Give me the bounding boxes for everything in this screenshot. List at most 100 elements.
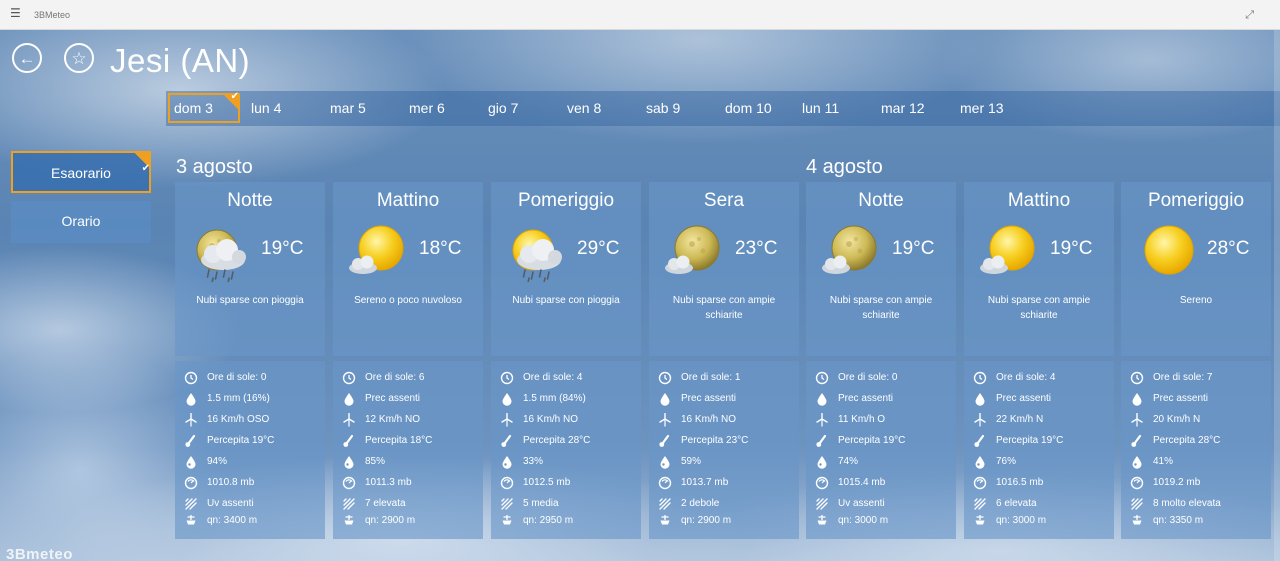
detail-value: 16 Km/h NO — [523, 414, 579, 425]
card-summary: Mattino 19°C Nubi sparse con ampie schia… — [964, 182, 1114, 356]
weather-description: Sereno o poco nuvoloso — [354, 295, 462, 306]
detail-value: 5 media — [523, 498, 559, 509]
checkmark-icon — [133, 149, 151, 189]
detail-value: Prec assenti — [996, 393, 1052, 404]
detail-row-humidity: 74% — [814, 451, 954, 472]
detail-value: 1015.4 mb — [838, 477, 886, 488]
temperature: 19°C — [892, 238, 935, 259]
day-tab[interactable]: gio 7 — [488, 93, 518, 123]
freezing-level-icon — [657, 513, 673, 527]
detail-row-uv: Uv assenti — [814, 493, 954, 514]
uv-rays-icon — [972, 497, 988, 511]
detail-row-pressure: 1019.2 mb — [1129, 472, 1269, 493]
day-tab[interactable]: mer 6 — [409, 93, 445, 123]
detail-value: 1019.2 mb — [1153, 477, 1201, 488]
clock-icon — [183, 371, 199, 385]
raindrop-icon — [657, 392, 673, 406]
sun-small-cloud-icon — [345, 222, 411, 282]
card-details: Ore di sole: 4 Prec assenti 22 Km/h N Pe… — [964, 361, 1114, 539]
day-tab[interactable]: dom 3 — [168, 91, 240, 123]
wind-turbine-icon — [1129, 412, 1145, 427]
day-tab[interactable]: lun 11 — [802, 93, 839, 123]
thermometer-icon — [972, 434, 988, 448]
weather-description: Nubi sparse con ampie schiarite — [829, 295, 933, 321]
detail-value: qn: 3000 m — [838, 514, 889, 526]
detail-row-freezing: qn: 2900 m — [341, 512, 481, 528]
freezing-level-icon — [499, 513, 515, 527]
detail-value: qn: 3350 m — [1153, 514, 1204, 526]
day-tab[interactable]: dom 10 — [725, 93, 772, 123]
scrollbar[interactable] — [1274, 30, 1280, 561]
detail-value: Percepita 28°C — [1153, 435, 1221, 446]
card-summary: Notte 19°C Nubi sparse con ampie schiari… — [806, 182, 956, 356]
checkmark-icon — [222, 91, 240, 111]
moon-small-cloud-icon — [661, 222, 727, 282]
detail-value: 16 Km/h NO — [681, 414, 737, 425]
detail-row-freezing: qn: 3000 m — [972, 512, 1112, 528]
view-esaorario-button[interactable]: Esaorario — [11, 149, 151, 193]
detail-value: 85% — [365, 456, 386, 467]
detail-value: Percepita 28°C — [523, 435, 591, 446]
fullscreen-icon[interactable]: ⤢ — [1245, 9, 1254, 22]
favorite-star-icon[interactable]: ☆ — [64, 43, 94, 73]
detail-row-wind: 22 Km/h N — [972, 409, 1112, 430]
period-label: Sera — [703, 190, 745, 211]
detail-value: 1013.7 mb — [681, 477, 729, 488]
sun-small-cloud-icon — [976, 222, 1042, 282]
weather-description: Nubi sparse con ampie schiarite — [672, 295, 776, 321]
freezing-level-icon — [1129, 513, 1145, 527]
detail-value: Ore di sole: 4 — [523, 372, 583, 383]
wind-turbine-icon — [657, 412, 673, 427]
detail-value: 11 Km/h O — [838, 414, 886, 425]
detail-value: 6 elevata — [996, 498, 1037, 509]
day-tab[interactable]: mar 12 — [881, 93, 925, 123]
pressure-gauge-icon — [972, 476, 988, 490]
back-arrow-icon[interactable]: ← — [12, 43, 42, 73]
weather-description: Nubi sparse con pioggia — [512, 295, 620, 306]
detail-row-pressure: 1012.5 mb — [499, 472, 639, 493]
card-details: Ore di sole: 0 Prec assenti 11 Km/h O Pe… — [806, 361, 956, 539]
card-summary: Sera 23°C Nubi sparse con ampie schiarit… — [649, 182, 799, 356]
day-tab[interactable]: ven 8 — [567, 93, 601, 123]
detail-value: qn: 2900 m — [365, 514, 416, 526]
day-tab[interactable]: sab 9 — [646, 93, 680, 123]
day-tab[interactable]: lun 4 — [251, 93, 281, 123]
detail-row-freezing: qn: 3400 m — [183, 512, 323, 528]
detail-row-rain: Prec assenti — [341, 388, 481, 409]
day-tab[interactable]: mer 13 — [960, 93, 1004, 123]
thermometer-icon — [341, 434, 357, 448]
card-details: Ore di sole: 0 1.5 mm (16%) 16 Km/h OSO … — [175, 361, 325, 539]
detail-value: Percepita 18°C — [365, 435, 433, 446]
detail-row-felt: Percepita 19°C — [972, 430, 1112, 451]
detail-value: 1.5 mm (84%) — [523, 393, 586, 404]
view-orario-button[interactable]: Orario — [11, 201, 151, 243]
detail-row-felt: Percepita 23°C — [657, 430, 797, 451]
temperature: 18°C — [419, 238, 462, 259]
wind-turbine-icon — [341, 412, 357, 427]
app-logo: 3Bmeteo — [6, 546, 73, 561]
detail-value: 94% — [207, 456, 228, 467]
detail-value: Prec assenti — [838, 393, 894, 404]
wind-turbine-icon — [183, 412, 199, 427]
detail-row-rain: Prec assenti — [972, 388, 1112, 409]
detail-value: Prec assenti — [365, 393, 421, 404]
detail-row-sun: Ore di sole: 0 — [814, 367, 954, 388]
detail-value: 7 elevata — [365, 498, 406, 509]
freezing-level-icon — [341, 513, 357, 527]
clock-icon — [499, 371, 515, 385]
day-tab[interactable]: mar 5 — [330, 93, 366, 123]
humidity-drop-icon — [972, 455, 988, 469]
period-label: Pomeriggio — [517, 190, 615, 211]
detail-row-humidity: 33% — [499, 451, 639, 472]
thermometer-icon — [183, 434, 199, 448]
thermometer-icon — [814, 434, 830, 448]
detail-row-sun: Ore di sole: 0 — [183, 367, 323, 388]
detail-value: 41% — [1153, 456, 1174, 467]
detail-value: Percepita 19°C — [207, 435, 275, 446]
detail-row-sun: Ore di sole: 4 — [499, 367, 639, 388]
pressure-gauge-icon — [814, 476, 830, 490]
hamburger-menu-icon[interactable]: ☰ — [10, 7, 22, 19]
detail-value: 12 Km/h NO — [365, 414, 421, 425]
detail-value: Prec assenti — [681, 393, 737, 404]
sun-icon — [1133, 222, 1199, 282]
